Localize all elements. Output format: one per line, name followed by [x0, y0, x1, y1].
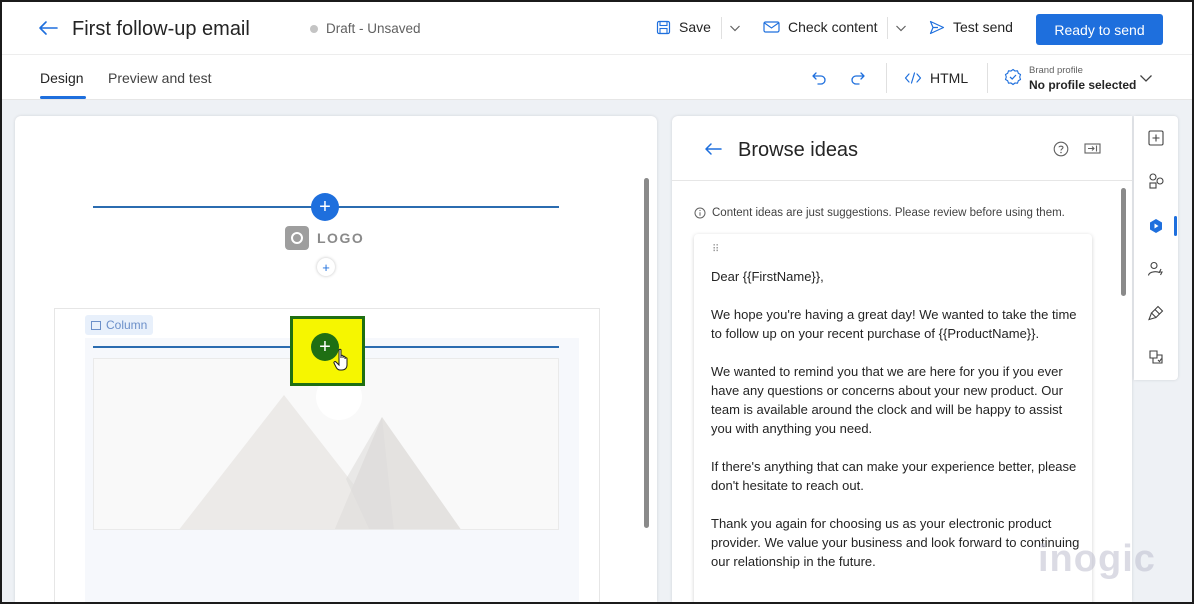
check-content-button[interactable]: Check content [763, 19, 878, 35]
check-content-chevron-down-icon[interactable] [895, 22, 907, 34]
ideas-title: Browse ideas [738, 139, 859, 161]
help-icon[interactable] [1053, 141, 1069, 157]
watermark-logo: inogic [1038, 538, 1156, 580]
page-title: First follow-up email [72, 18, 250, 40]
notice-text: Content ideas are just suggestions. Plea… [712, 207, 1065, 219]
divider [721, 17, 722, 39]
ideas-scrollbar[interactable] [1121, 188, 1126, 296]
check-content-label: Check content [788, 19, 878, 35]
add-element-button[interactable]: + [317, 258, 335, 276]
brand-profile-value[interactable]: No profile selected [1029, 78, 1136, 92]
styles-brush-icon[interactable] [1146, 303, 1166, 323]
idea-paragraph: If there's anything that can make your e… [711, 459, 1077, 493]
canvas-scrollbar[interactable] [644, 178, 649, 528]
add-section-button[interactable]: + [311, 193, 339, 221]
divider [987, 63, 988, 93]
html-button[interactable]: HTML [904, 70, 968, 86]
ideas-notice: Content ideas are just suggestions. Plea… [694, 207, 1065, 219]
right-toolbar [1134, 116, 1178, 380]
hand-cursor-icon [333, 348, 348, 371]
divider [886, 63, 887, 93]
undo-icon[interactable] [810, 69, 828, 87]
copilot-ideas-icon[interactable] [1146, 216, 1166, 236]
save-button[interactable]: Save [656, 19, 711, 35]
save-icon [656, 20, 671, 34]
test-send-label: Test send [953, 19, 1013, 35]
accessibility-check-icon[interactable] [1146, 347, 1166, 367]
logo-icon [285, 226, 309, 250]
add-elements-icon[interactable] [1146, 128, 1166, 148]
idea-paragraph: We wanted to remind you that we are here… [711, 364, 1063, 436]
test-send-button[interactable]: Test send [929, 19, 1013, 35]
personalization-icon[interactable] [1146, 259, 1166, 279]
collapse-panel-icon[interactable] [1084, 142, 1101, 155]
mail-check-icon [763, 20, 780, 33]
column-label: Column [106, 318, 148, 332]
brand-profile-label: Brand profile [1029, 65, 1083, 76]
idea-paragraph: Thank you again for choosing us as your … [711, 516, 1080, 569]
ready-to-send-button[interactable]: Ready to send [1036, 14, 1163, 45]
idea-text: Dear {{FirstName}}, We hope you're havin… [711, 267, 1081, 590]
send-icon [929, 20, 945, 34]
back-arrow-icon[interactable] [38, 20, 58, 36]
draft-status: Draft - Unsaved [310, 21, 421, 36]
info-icon [694, 207, 706, 219]
active-rail-indicator [1174, 216, 1177, 236]
idea-paragraph: Dear {{FirstName}}, [711, 269, 824, 284]
browse-ideas-panel: Browse ideas Content ideas are just sugg… [672, 116, 1132, 602]
divider [887, 17, 888, 39]
status-dot-icon [310, 24, 318, 33]
divider [672, 180, 1132, 181]
html-label: HTML [930, 70, 969, 86]
status-text: Draft - Unsaved [326, 21, 421, 36]
brand-profile-chevron-down-icon[interactable] [1139, 72, 1153, 84]
code-icon [904, 72, 922, 84]
logo-placeholder[interactable]: LOGO [285, 226, 364, 250]
components-icon[interactable] [1146, 171, 1166, 191]
column-tag[interactable]: Column [85, 315, 154, 335]
tab-bar: Design Preview and test HTML Brand profi… [2, 54, 1192, 100]
app-header: First follow-up email Draft - Unsaved Sa… [2, 2, 1192, 54]
column-icon [91, 320, 101, 330]
active-tab-indicator [40, 96, 86, 99]
logo-text: LOGO [317, 230, 365, 246]
save-label: Save [679, 19, 711, 35]
save-chevron-down-icon[interactable] [729, 22, 741, 34]
ideas-back-arrow-icon[interactable] [704, 142, 722, 156]
brand-profile-icon[interactable] [1004, 68, 1022, 86]
redo-icon[interactable] [849, 69, 867, 87]
email-design-canvas: + LOGO + Column + [15, 116, 657, 602]
idea-paragraph: We hope you're having a great day! We wa… [711, 307, 1077, 341]
tab-design[interactable]: Design [40, 70, 84, 86]
drag-handle-icon[interactable]: ⠿ [712, 244, 720, 255]
idea-card[interactable]: ⠿ Dear {{FirstName}}, We hope you're hav… [694, 234, 1092, 602]
tab-preview-and-test[interactable]: Preview and test [108, 70, 212, 86]
